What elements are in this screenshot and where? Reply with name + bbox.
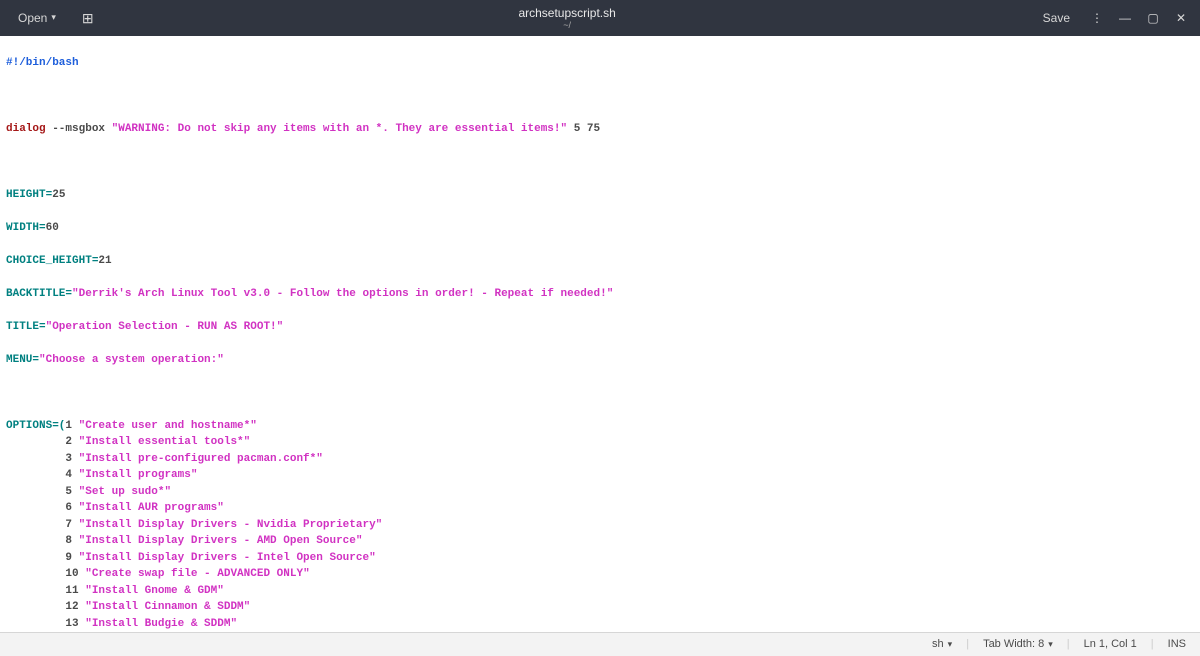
minimize-button[interactable]: — <box>1114 7 1136 29</box>
new-tab-button[interactable]: ⊞ <box>74 4 102 32</box>
chevron-down-icon: ▾ <box>51 11 56 25</box>
tab-width-selector[interactable]: Tab Width: 8 ▾ <box>983 636 1053 653</box>
save-button[interactable]: Save <box>1033 4 1080 32</box>
maximize-button[interactable]: ▢ <box>1142 7 1164 29</box>
plus-icon: ⊞ <box>82 8 94 29</box>
close-icon: ✕ <box>1176 9 1186 27</box>
language-selector[interactable]: sh ▾ <box>932 636 952 653</box>
insert-mode[interactable]: INS <box>1168 636 1186 653</box>
window-title-area: archsetupscript.sh ~/ <box>102 4 1033 33</box>
dialog-cmd: dialog <box>6 123 46 135</box>
open-label: Open <box>18 9 47 27</box>
shebang: #!/bin/bash <box>6 57 79 69</box>
window-subtitle: ~/ <box>102 19 1033 33</box>
language-label: sh <box>932 636 944 653</box>
cursor-position[interactable]: Ln 1, Col 1 <box>1084 636 1137 653</box>
menu-button[interactable]: ⋮ <box>1086 7 1108 29</box>
minimize-icon: — <box>1119 9 1131 27</box>
chevron-down-icon: ▾ <box>1048 638 1053 652</box>
titlebar: Open ▾ ⊞ archsetupscript.sh ~/ Save ⋮ — … <box>0 0 1200 36</box>
position-label: Ln 1, Col 1 <box>1084 636 1137 653</box>
maximize-icon: ▢ <box>1147 9 1158 27</box>
tabwidth-label: Tab Width: 8 <box>983 636 1044 653</box>
open-button[interactable]: Open ▾ <box>8 4 66 32</box>
chevron-down-icon: ▾ <box>948 638 953 652</box>
close-button[interactable]: ✕ <box>1170 7 1192 29</box>
editor-area[interactable]: #!/bin/bash dialog --msgbox "WARNING: Do… <box>0 36 1200 632</box>
save-label: Save <box>1043 9 1070 27</box>
ins-label: INS <box>1168 636 1186 653</box>
kebab-icon: ⋮ <box>1091 9 1103 27</box>
statusbar: sh ▾ | Tab Width: 8 ▾ | Ln 1, Col 1 | IN… <box>0 632 1200 656</box>
